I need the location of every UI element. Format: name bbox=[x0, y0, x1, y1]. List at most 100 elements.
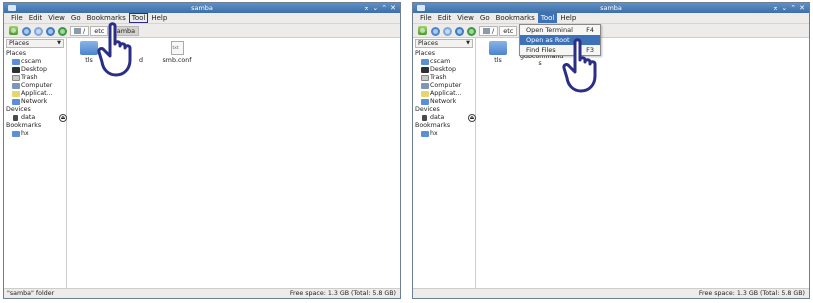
menu-help[interactable]: Help bbox=[148, 13, 170, 23]
drive-icon bbox=[74, 28, 81, 34]
places-list: Places cscam Desktop Trash Computer Appl… bbox=[6, 50, 67, 138]
menu-go[interactable]: Go bbox=[477, 13, 493, 23]
reload-icon[interactable] bbox=[58, 27, 67, 36]
path-root-button[interactable]: / bbox=[479, 26, 499, 36]
file-item-smb-conf[interactable]: smb.conf bbox=[162, 41, 192, 64]
menu-item-shortcut: F4 bbox=[586, 26, 594, 34]
place-item-desktop[interactable]: Desktop bbox=[418, 66, 475, 74]
folder-icon bbox=[12, 131, 20, 137]
bookmark-item-hx[interactable]: hx bbox=[418, 130, 475, 138]
status-bar: "samba" folder Free space: 1.3 GB (Total… bbox=[4, 288, 400, 298]
back-arrow-icon[interactable] bbox=[22, 27, 31, 36]
forward-arrow-icon[interactable] bbox=[34, 27, 43, 36]
menu-go[interactable]: Go bbox=[68, 13, 84, 23]
eject-icon[interactable]: ⏏ bbox=[59, 114, 67, 122]
drive-icon bbox=[422, 115, 427, 121]
back-arrow-icon[interactable] bbox=[431, 27, 440, 36]
path-segment-etc[interactable]: etc bbox=[499, 26, 518, 36]
side-pane-mode-select[interactable]: Places ▼ bbox=[6, 39, 64, 48]
devices-heading: Devices bbox=[415, 106, 440, 113]
menu-tool[interactable]: Tool bbox=[537, 13, 558, 23]
desktop-icon bbox=[12, 67, 20, 73]
place-item-cscam[interactable]: cscam bbox=[418, 58, 475, 66]
path-root-button[interactable]: / bbox=[70, 26, 90, 36]
pointing-hand-icon bbox=[97, 22, 132, 77]
minimize-icon[interactable]: ⌄ bbox=[372, 3, 378, 13]
home-folder-icon bbox=[12, 59, 20, 65]
place-item-trash[interactable]: Trash bbox=[9, 74, 66, 82]
status-selection: "samba" folder bbox=[7, 290, 55, 297]
trash-icon bbox=[421, 75, 429, 81]
menu-file[interactable]: File bbox=[417, 13, 435, 23]
side-pane-mode-select[interactable]: Places ▼ bbox=[415, 39, 473, 48]
place-item-desktop[interactable]: Desktop bbox=[9, 66, 66, 74]
place-label: Trash bbox=[21, 74, 38, 81]
text-file-icon bbox=[170, 41, 184, 55]
place-label: Computer bbox=[21, 82, 53, 89]
titlebar[interactable]: samba ⌅ ⌄ ⌃ ✕ bbox=[413, 3, 809, 13]
up-arrow-icon[interactable] bbox=[455, 27, 464, 36]
minimize-icon[interactable]: ⌄ bbox=[781, 3, 787, 13]
menu-item-label: Find Files bbox=[526, 46, 556, 54]
place-item-applications[interactable]: Applicat... bbox=[418, 90, 475, 98]
bookmark-label: hx bbox=[21, 130, 29, 137]
close-icon[interactable]: ✕ bbox=[799, 3, 805, 13]
trash-icon bbox=[12, 75, 20, 81]
menu-view[interactable]: View bbox=[454, 13, 477, 23]
shade-icon[interactable]: ⌅ bbox=[773, 3, 779, 13]
place-item-cscam[interactable]: cscam bbox=[9, 58, 66, 66]
computer-icon bbox=[12, 83, 20, 89]
place-label: Computer bbox=[430, 82, 462, 89]
place-label: Network bbox=[21, 98, 48, 105]
maximize-icon[interactable]: ⌃ bbox=[381, 3, 387, 13]
forward-arrow-icon[interactable] bbox=[443, 27, 452, 36]
titlebar[interactable]: samba ⌅ ⌄ ⌃ ✕ bbox=[4, 3, 400, 13]
side-pane: Places ▼ Places cscam Desktop Trash Comp… bbox=[4, 38, 67, 288]
menu-help[interactable]: Help bbox=[557, 13, 579, 23]
menu-file[interactable]: File bbox=[8, 13, 26, 23]
place-item-applications[interactable]: Applicat... bbox=[9, 90, 66, 98]
side-pane-mode-label: Places bbox=[418, 40, 439, 47]
place-item-network[interactable]: Network bbox=[9, 98, 66, 106]
menu-bookmarks[interactable]: Bookmarks bbox=[493, 13, 538, 23]
up-arrow-icon[interactable] bbox=[46, 27, 55, 36]
bookmark-item-hx[interactable]: hx bbox=[9, 130, 66, 138]
new-window-icon[interactable] bbox=[418, 26, 427, 35]
place-label: Applicat... bbox=[430, 90, 462, 97]
place-label: Desktop bbox=[430, 66, 456, 73]
place-item-computer[interactable]: Computer bbox=[9, 82, 66, 90]
place-item-computer[interactable]: Computer bbox=[418, 82, 475, 90]
path-root-label: / bbox=[492, 27, 495, 35]
place-label: Applicat... bbox=[21, 90, 53, 97]
menubar: File Edit View Go Bookmarks Tool Help bbox=[4, 13, 400, 24]
maximize-icon[interactable]: ⌃ bbox=[790, 3, 796, 13]
file-view[interactable]: tls gdbcommand s bbox=[477, 38, 809, 288]
status-free-space: Free space: 1.3 GB (Total: 5.8 GB) bbox=[698, 290, 805, 297]
reload-icon[interactable] bbox=[467, 27, 476, 36]
menu-edit[interactable]: Edit bbox=[26, 13, 46, 23]
place-item-trash[interactable]: Trash bbox=[418, 74, 475, 82]
pointing-hand-icon bbox=[562, 38, 597, 93]
place-item-network[interactable]: Network bbox=[418, 98, 475, 106]
side-pane: Places ▼ Places cscam Desktop Trash Comp… bbox=[413, 38, 476, 288]
window-controls: ⌅ ⌄ ⌃ ✕ bbox=[773, 3, 806, 13]
new-window-icon[interactable] bbox=[9, 26, 18, 35]
menu-view[interactable]: View bbox=[45, 13, 68, 23]
place-label: Trash bbox=[430, 74, 447, 81]
menu-item-label: Open Terminal bbox=[526, 26, 573, 34]
chevron-down-icon: ▼ bbox=[57, 40, 61, 46]
places-list: Places cscam Desktop Trash Computer Appl… bbox=[415, 50, 476, 138]
menu-edit[interactable]: Edit bbox=[435, 13, 455, 23]
device-item-data[interactable]: data ⏏ bbox=[418, 114, 476, 122]
device-label: data bbox=[430, 114, 445, 121]
shade-icon[interactable]: ⌅ bbox=[364, 3, 370, 13]
close-icon[interactable]: ✕ bbox=[390, 3, 396, 13]
file-item-tls[interactable]: tls bbox=[483, 41, 513, 64]
path-root-label: / bbox=[83, 27, 86, 35]
place-label: Desktop bbox=[21, 66, 47, 73]
file-label: tls bbox=[494, 57, 502, 64]
file-manager-window-right: samba ⌅ ⌄ ⌃ ✕ File Edit View Go Bookmark… bbox=[412, 2, 810, 299]
menu-item-open-terminal[interactable]: Open Terminal F4 bbox=[520, 25, 600, 35]
device-item-data[interactable]: data ⏏ bbox=[9, 114, 67, 122]
eject-icon[interactable]: ⏏ bbox=[468, 114, 476, 122]
